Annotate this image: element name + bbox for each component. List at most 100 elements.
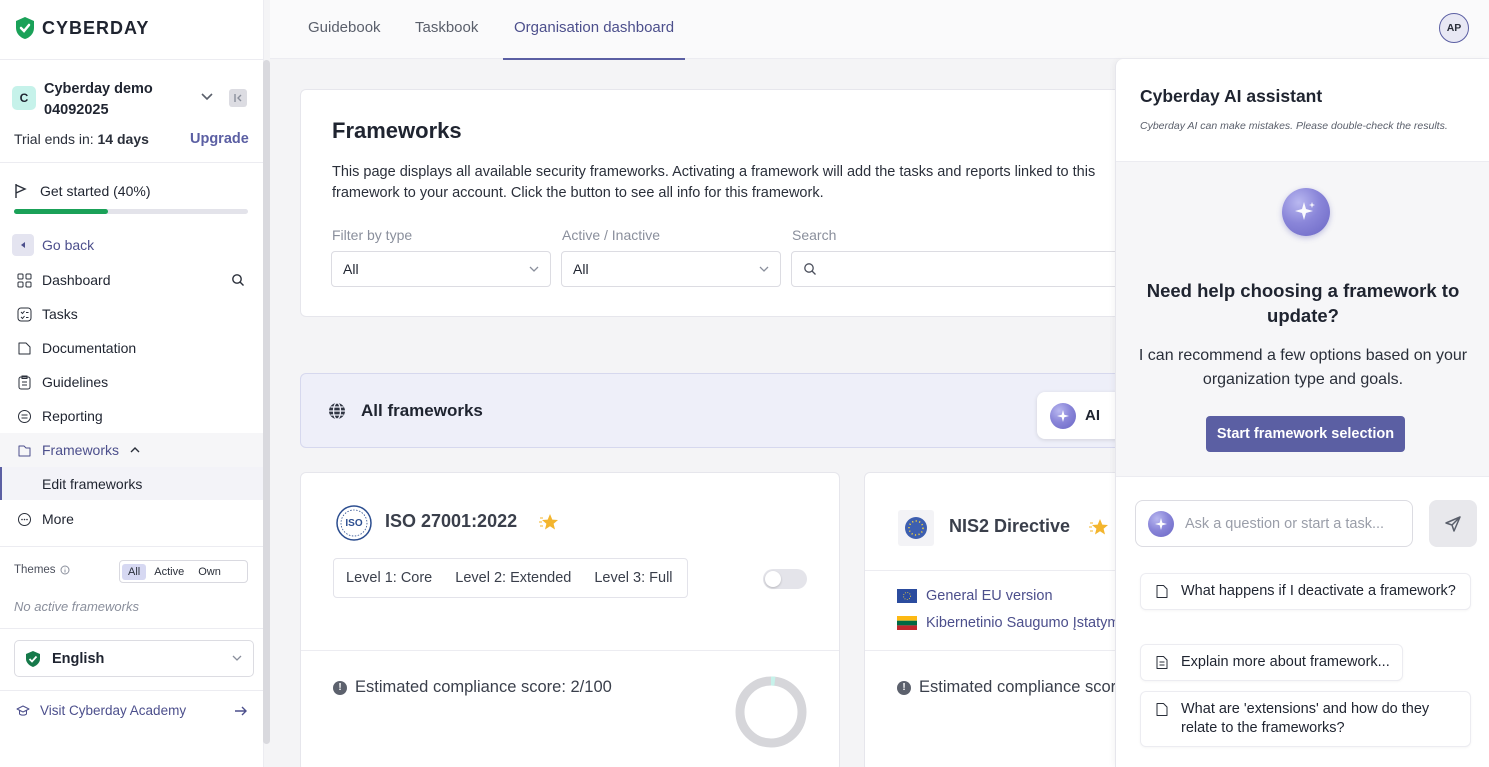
arrow-right-icon [235, 706, 247, 715]
active-filter-select[interactable]: All [561, 251, 781, 287]
filter-type-select[interactable]: All [331, 251, 551, 287]
sidebar-item-more[interactable]: More [0, 502, 264, 536]
donut-track [735, 676, 807, 748]
star-icon[interactable] [539, 513, 559, 531]
info-icon[interactable] [60, 565, 70, 575]
sidebar-item-label: Documentation [42, 340, 137, 356]
tab-organisation-dashboard[interactable]: Organisation dashboard [514, 19, 674, 60]
academy-link[interactable]: Visit Cyberday Academy [16, 703, 248, 718]
sidebar-item-label: Dashboard [42, 272, 111, 288]
start-framework-selection-button[interactable]: Start framework selection [1206, 416, 1405, 452]
sidebar-item-documentation[interactable]: Documentation [0, 331, 264, 365]
onboarding-progress-bar [14, 209, 248, 214]
ai-sparkle-icon [1282, 188, 1330, 236]
chevron-down-icon [529, 266, 539, 272]
trial-notice: Trial ends in: 14 days [14, 131, 149, 147]
clipboard-icon [16, 374, 32, 390]
info-icon[interactable]: ! [333, 680, 347, 695]
language-value: English [52, 650, 105, 667]
suggestion-text: What happens if I deactivate a framework… [1181, 583, 1456, 599]
level-option[interactable]: Level 3: Full [594, 570, 672, 586]
sidebar-item-label: More [42, 511, 74, 527]
chevron-up-icon [130, 447, 140, 453]
org-avatar[interactable]: C [12, 86, 36, 110]
sidebar-item-guidelines[interactable]: Guidelines [0, 365, 264, 399]
suggestion-item[interactable]: What are 'extensions' and how do they re… [1140, 691, 1471, 747]
themes-filter: All Active Own [119, 560, 248, 583]
themes-filter-own[interactable]: Own [192, 564, 227, 580]
document-icon [1156, 585, 1168, 598]
variant-lt-link[interactable]: Kibernetinio Saugumo Įstatymas [897, 615, 1135, 631]
more-icon [16, 511, 32, 527]
info-icon[interactable]: ! [897, 680, 911, 695]
themes-label-text: Themes [14, 564, 56, 576]
sidebar-item-edit-frameworks[interactable]: Edit frameworks [0, 467, 264, 500]
search-label: Search [792, 227, 837, 243]
tasks-icon [16, 306, 32, 322]
suggestion-item[interactable]: What happens if I deactivate a framework… [1140, 573, 1471, 610]
sparkle-icon [1148, 510, 1174, 537]
eu-flag-icon [897, 589, 917, 603]
search-icon[interactable] [231, 273, 245, 287]
themes-filter-active[interactable]: Active [148, 564, 190, 580]
brand-logo[interactable]: CYBERDAY [14, 16, 149, 40]
sidebar-item-label: Guidelines [42, 374, 109, 390]
go-back-button[interactable]: Go back [0, 228, 264, 262]
compliance-score-label: Estimated compliance score [919, 678, 1126, 696]
upgrade-link[interactable]: Upgrade [190, 131, 249, 147]
lithuania-flag-icon [897, 616, 917, 630]
sidebar-scrollbar[interactable] [263, 60, 270, 744]
level-option[interactable]: Level 1: Core [346, 570, 432, 586]
sidebar-item-label: Tasks [42, 306, 78, 322]
collapse-sidebar-button[interactable] [229, 89, 247, 107]
tab-taskbook[interactable]: Taskbook [415, 19, 478, 60]
iso-logo-icon: ISO [336, 505, 372, 541]
collapse-icon [234, 94, 242, 102]
framework-search-input[interactable] [791, 251, 1131, 287]
framework-card-nis2: NIS2 Directive General EU version Kibern… [864, 472, 1154, 767]
sidebar-item-label: Frameworks [42, 442, 120, 458]
chevron-down-icon[interactable] [200, 92, 214, 102]
ai-button-label: AI [1085, 407, 1100, 424]
org-name[interactable]: Cyberday demo 04092025 [44, 79, 184, 121]
framework-name[interactable]: NIS2 Directive [949, 516, 1070, 537]
sidebar-item-label: Reporting [42, 408, 103, 424]
suggestion-item[interactable]: Explain more about framework... [1140, 644, 1403, 681]
variant-label: General EU version [926, 588, 1053, 604]
ai-assistant-button[interactable]: AI [1037, 392, 1127, 439]
ai-answer: I can recommend a few options based on y… [1138, 347, 1468, 388]
level-option[interactable]: Level 2: Extended [455, 570, 571, 586]
academy-label: Visit Cyberday Academy [40, 703, 187, 718]
ai-intro: Need help choosing a framework to update… [1116, 161, 1489, 477]
tab-guidebook[interactable]: Guidebook [308, 19, 381, 60]
filter-type-value: All [343, 261, 359, 277]
framework-active-toggle[interactable] [763, 569, 807, 589]
ai-chat-input[interactable]: Ask a question or start a task... [1135, 500, 1413, 547]
framework-name[interactable]: ISO 27001:2022 [385, 511, 517, 532]
ai-assistant-panel: Cyberday AI assistant Cyberday AI can ma… [1115, 59, 1489, 767]
level-selector: Level 1: Core Level 2: Extended Level 3:… [333, 558, 688, 598]
get-started-item[interactable]: Get started (40%) [14, 183, 151, 199]
sidebar-item-dashboard[interactable]: Dashboard [0, 263, 264, 297]
sparkle-icon [1050, 402, 1076, 429]
svg-text:ISO: ISO [345, 518, 362, 529]
chevron-down-icon [232, 655, 242, 661]
variant-eu-link[interactable]: General EU version [897, 588, 1053, 604]
trial-prefix: Trial ends in: [14, 131, 94, 147]
search-icon [804, 263, 816, 275]
sidebar-item-tasks[interactable]: Tasks [0, 297, 264, 331]
sidebar-item-reporting[interactable]: Reporting [0, 399, 264, 433]
academy-icon [16, 705, 30, 716]
star-icon[interactable] [1089, 518, 1109, 536]
document-icon [1156, 703, 1168, 716]
user-avatar[interactable]: AP [1439, 13, 1469, 43]
themes-filter-all[interactable]: All [122, 563, 147, 580]
flag-icon [15, 184, 27, 198]
framework-card-iso27001: ISO ISO 27001:2022 Level 1: Core Level 2… [300, 472, 840, 767]
send-button[interactable] [1429, 500, 1477, 547]
report-icon [16, 408, 32, 424]
compliance-score: ! Estimated compliance score: 2/100 [333, 678, 612, 697]
sidebar-item-frameworks[interactable]: Frameworks [0, 433, 264, 467]
frameworks-header-card: Frameworks This page displays all availa… [300, 89, 1160, 317]
language-select[interactable]: English [14, 640, 254, 677]
